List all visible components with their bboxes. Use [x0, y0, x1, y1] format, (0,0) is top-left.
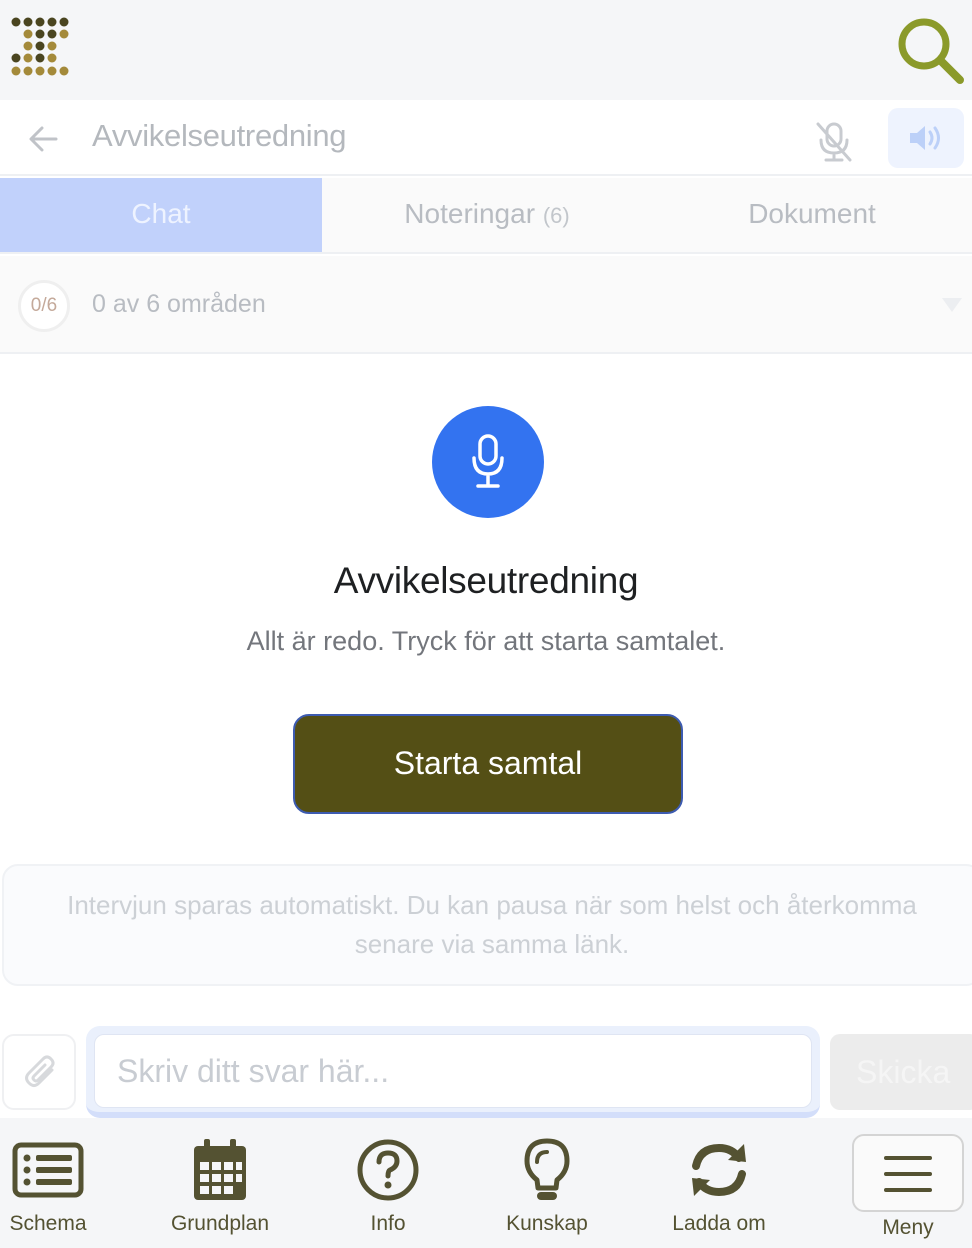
nav-kunskap-label: Kunskap	[506, 1212, 588, 1235]
refresh-icon	[692, 1143, 746, 1197]
nav-grundplan-label: Grundplan	[170, 1212, 270, 1235]
tab-noteringar-label: Noteringar	[404, 198, 536, 229]
chevron-down-icon	[942, 298, 962, 312]
top-bar	[0, 0, 972, 100]
nav-ladda-om[interactable]: Ladda om	[664, 1118, 774, 1248]
attach-button[interactable]	[2, 1034, 76, 1110]
calendar-icon	[194, 1139, 246, 1200]
microphone-button[interactable]	[432, 406, 544, 518]
tab-dokument[interactable]: Dokument	[652, 178, 972, 252]
tab-bar: Chat Noteringar (6) Dokument	[0, 178, 972, 254]
progress-text: 0 av 6 områden	[92, 290, 266, 318]
send-button[interactable]: Skicka	[830, 1034, 972, 1110]
menu-button[interactable]	[852, 1134, 964, 1212]
autosave-notice: Intervjun sparas automatiskt. Du kan pau…	[2, 864, 972, 986]
main-title: Avvikelseutredning	[333, 560, 639, 601]
start-call-button[interactable]: Starta samtal	[293, 714, 683, 814]
microphone-icon	[472, 434, 504, 488]
progress-badge: 0/6	[18, 280, 70, 332]
progress-row[interactable]: 0/6 0 av 6 områden	[0, 256, 972, 354]
reply-input-wrapper	[86, 1026, 820, 1118]
nav-meny-label: Meny	[882, 1216, 934, 1239]
tab-dokument-label: Dokument	[748, 198, 876, 229]
nav-schema-label: Schema	[9, 1212, 87, 1235]
lightbulb-icon	[524, 1138, 570, 1200]
tab-noteringar-count: (6)	[542, 203, 570, 228]
back-arrow-icon[interactable]	[26, 122, 60, 156]
search-icon[interactable]	[894, 16, 966, 88]
nav-grundplan[interactable]: Grundplan	[160, 1118, 280, 1248]
nav-schema[interactable]: Schema	[0, 1118, 96, 1248]
paperclip-icon	[25, 1055, 55, 1087]
nav-info[interactable]: Info	[338, 1118, 438, 1248]
hamburger-icon-bar	[884, 1172, 932, 1176]
tab-chat[interactable]: Chat	[0, 178, 322, 252]
tab-noteringar[interactable]: Noteringar (6)	[322, 178, 652, 252]
interview-panel: Avvikelseutredning Chat Noteringar (6) D…	[0, 100, 972, 1118]
list-icon	[12, 1142, 84, 1198]
question-circle-icon	[357, 1139, 419, 1201]
header-title: Avvikelseutredning	[92, 118, 347, 153]
tab-chat-label: Chat	[131, 198, 191, 229]
speaker-button[interactable]	[888, 108, 964, 168]
reply-input[interactable]	[94, 1034, 812, 1108]
interview-header: Avvikelseutredning	[0, 100, 972, 176]
bottom-nav: Schema Grundplan Info Kunskap Ladda om	[0, 1118, 972, 1248]
main-subtitle: Allt är redo. Tryck för att starta samta…	[246, 626, 726, 656]
speaker-icon	[910, 126, 940, 150]
nav-ladda-om-label: Ladda om	[672, 1212, 766, 1235]
app-logo	[11, 17, 69, 76]
hamburger-icon	[884, 1156, 932, 1160]
nav-info-label: Info	[370, 1212, 406, 1235]
hamburger-icon-bar	[884, 1188, 932, 1192]
mic-off-icon[interactable]	[812, 120, 856, 164]
nav-kunskap[interactable]: Kunskap	[497, 1118, 597, 1248]
